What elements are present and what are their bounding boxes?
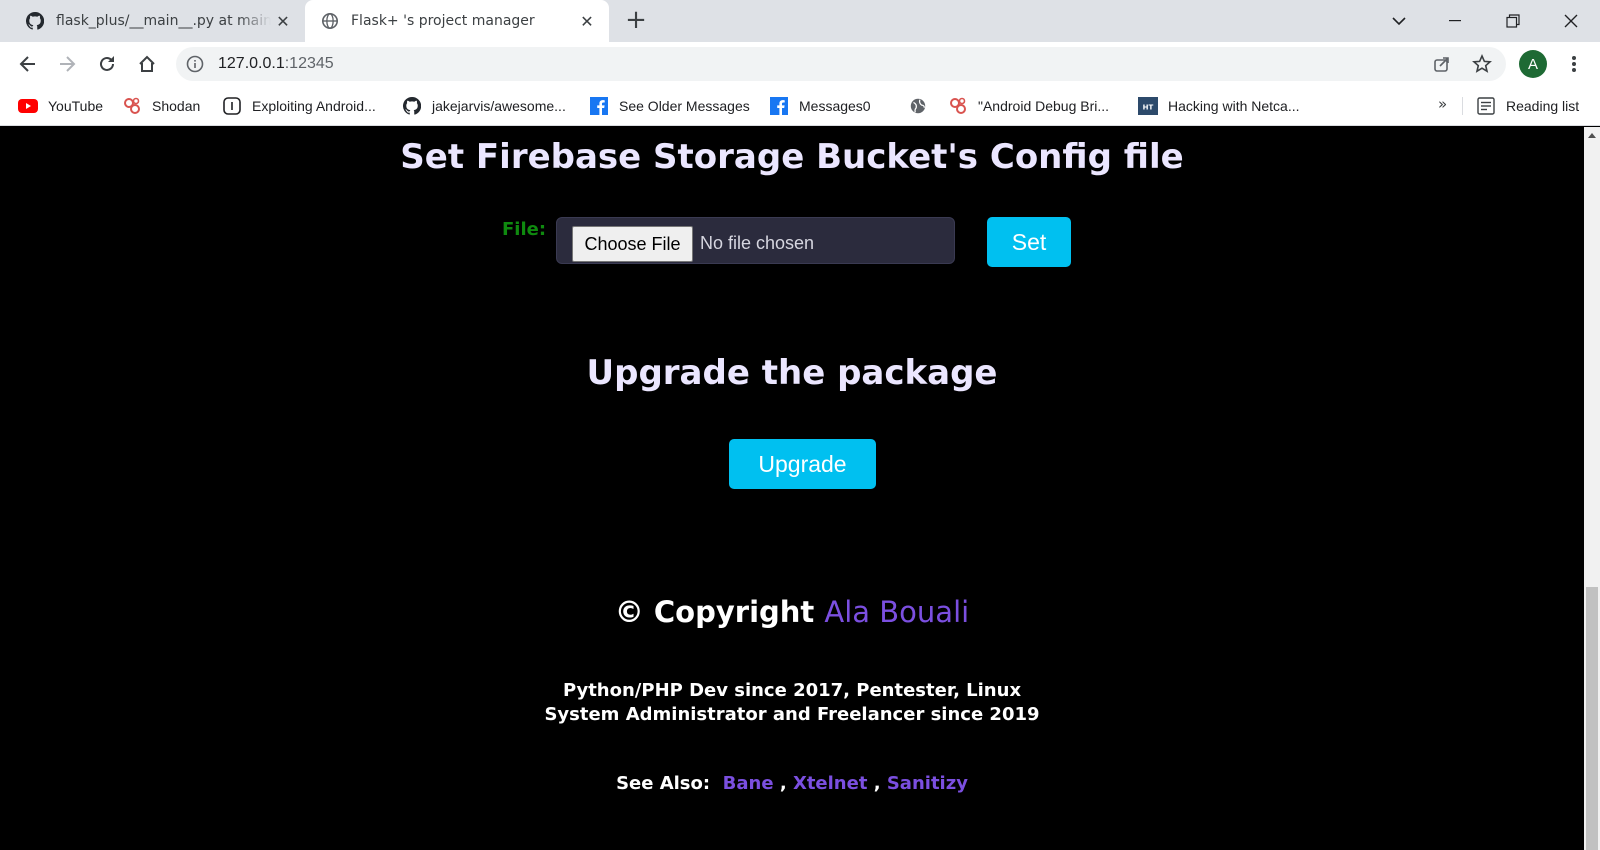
tab-search-icon[interactable] — [1376, 0, 1422, 42]
copyright-prefix: © Copyright — [614, 595, 815, 629]
profile-avatar[interactable]: A — [1519, 50, 1547, 78]
bookmark-label: "Android Debug Bri... — [978, 98, 1110, 114]
bookmark-star-icon[interactable] — [1472, 54, 1492, 74]
config-file-input[interactable]: Choose File No file chosen — [556, 217, 955, 264]
no-file-chosen-text: No file chosen — [700, 233, 815, 253]
bookmark-label: Exploiting Android... — [252, 98, 376, 114]
url-host: 127.0.0.1 — [218, 55, 285, 72]
github-icon — [26, 12, 44, 30]
tab-title: Flask+ 's project manager — [351, 13, 535, 29]
close-window-icon[interactable] — [1548, 0, 1594, 42]
link-bane[interactable]: Bane — [723, 773, 774, 794]
shodan-icon — [122, 97, 142, 115]
bookmark-exploiting-android[interactable]: Exploiting Android... — [222, 95, 376, 117]
link-separator: , — [873, 773, 881, 794]
reading-list-button[interactable]: Reading list — [1476, 95, 1579, 117]
set-button[interactable]: Set — [987, 217, 1071, 267]
browser-toolbar: 127.0.0.1:12345 A — [0, 42, 1600, 86]
reload-icon[interactable] — [93, 50, 121, 78]
bookmarks-bar: YouTube Shodan Exploiting Android... jak… — [0, 86, 1600, 126]
scrollbar-thumb[interactable] — [1586, 587, 1598, 850]
tab-github[interactable]: flask_plus/__main__.py at main · Ala ✕ — [10, 0, 305, 42]
facebook-icon — [589, 97, 609, 115]
url-port: :12345 — [284, 55, 334, 72]
svg-text:HT: HT — [1143, 104, 1154, 112]
restore-icon[interactable] — [1490, 0, 1536, 42]
share-icon[interactable] — [1432, 54, 1452, 74]
forward-icon[interactable] — [53, 50, 81, 78]
tab-title: flask_plus/__main__.py at main · Ala — [56, 13, 271, 29]
bookmark-older-messages[interactable]: See Older Messages — [589, 95, 750, 117]
bookmark-label: See Older Messages — [619, 98, 750, 114]
copyright: © Copyright Ala Bouali — [0, 595, 1584, 629]
close-tab-icon[interactable]: ✕ — [271, 9, 295, 33]
minimize-icon[interactable] — [1432, 0, 1478, 42]
bookmark-shodan[interactable]: Shodan — [122, 95, 200, 117]
link-separator: , — [779, 773, 787, 794]
github-icon — [402, 97, 422, 115]
choose-file-button[interactable]: Choose File — [572, 226, 693, 262]
tab-project-manager[interactable]: Flask+ 's project manager ✕ — [305, 0, 609, 42]
bookmark-android-debug[interactable]: "Android Debug Bri... — [948, 95, 1109, 117]
bookmark-label: Messages0 — [799, 98, 871, 114]
bookmark-label: Shodan — [152, 98, 201, 114]
bookmark-label: jakejarvis/awesome... — [432, 98, 566, 114]
reading-list-label: Reading list — [1506, 98, 1580, 114]
more-menu-icon[interactable] — [1560, 50, 1588, 78]
bookmarks-divider — [1462, 97, 1463, 115]
see-also-label: See Also: — [616, 773, 711, 794]
globe-icon — [908, 97, 928, 115]
ht-icon: HT — [1138, 97, 1158, 115]
youtube-icon — [18, 97, 38, 115]
address-bar[interactable]: 127.0.0.1:12345 — [176, 47, 1506, 81]
reading-list-icon — [1476, 97, 1496, 115]
see-also: See Also: Bane , Xtelnet , Sanitizy — [0, 773, 1584, 794]
bookmark-globe[interactable] — [908, 95, 938, 117]
scroll-up-icon[interactable] — [1588, 133, 1596, 138]
globe-icon — [321, 12, 339, 30]
new-tab-button[interactable]: + — [622, 7, 650, 35]
back-icon[interactable] — [14, 50, 42, 78]
firebase-config-heading: Set Firebase Storage Bucket's Config fil… — [400, 137, 1184, 177]
upgrade-button[interactable]: Upgrade — [729, 439, 876, 489]
bookmark-messages0[interactable]: Messages0 — [769, 95, 871, 117]
author-link[interactable]: Ala Bouali — [824, 595, 969, 629]
bookmark-youtube[interactable]: YouTube — [18, 95, 103, 117]
bookmark-label: YouTube — [48, 98, 104, 114]
upgrade-heading: Upgrade the package — [586, 353, 998, 393]
file-label: File: — [502, 219, 547, 240]
url-text: 127.0.0.1:12345 — [218, 55, 334, 73]
close-tab-icon[interactable]: ✕ — [575, 9, 599, 33]
bookmark-page-icon — [222, 97, 242, 115]
link-xtelnet[interactable]: Xtelnet — [793, 773, 868, 794]
bookmark-hacking-netcat[interactable]: HT Hacking with Netca... — [1138, 95, 1300, 117]
site-info-icon[interactable] — [186, 55, 204, 73]
tab-strip: flask_plus/__main__.py at main · Ala ✕ F… — [0, 0, 1600, 42]
shodan-icon — [948, 97, 968, 115]
author-bio: Python/PHP Dev since 2017, Pentester, Li… — [0, 679, 1584, 727]
bio-line-2: System Administrator and Freelancer sinc… — [544, 704, 1040, 725]
page-content: Set Firebase Storage Bucket's Config fil… — [0, 127, 1584, 850]
link-sanitizy[interactable]: Sanitizy — [887, 773, 968, 794]
page-scrollbar[interactable] — [1584, 127, 1600, 850]
home-icon[interactable] — [133, 50, 161, 78]
bookmark-label: Hacking with Netca... — [1168, 98, 1300, 114]
bookmark-awesome[interactable]: jakejarvis/awesome... — [402, 95, 566, 117]
facebook-icon — [769, 97, 789, 115]
bio-line-1: Python/PHP Dev since 2017, Pentester, Li… — [562, 680, 1022, 701]
more-bookmarks-button[interactable]: » — [1438, 95, 1447, 113]
